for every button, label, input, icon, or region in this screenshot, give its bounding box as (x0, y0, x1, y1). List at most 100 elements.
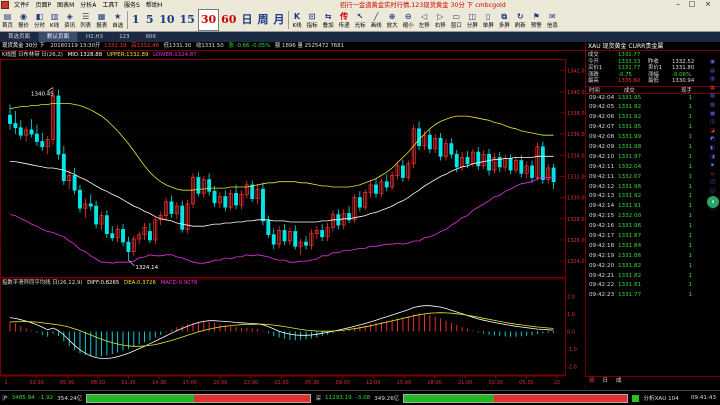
tick-row[interactable]: 09:42:07 1331.95 1 (586, 123, 720, 133)
filter-icon[interactable]: ◪ (710, 128, 715, 134)
tool-button-4[interactable]: ↖ 光标 (353, 9, 369, 31)
menu-help[interactable]: 帮助H (143, 0, 166, 9)
period-button-5[interactable]: 60 (219, 9, 239, 31)
toolbar-button-7[interactable]: ★ 自选 (110, 9, 126, 31)
star-icon[interactable]: ◨ (710, 154, 715, 160)
toolbar-button-6[interactable]: ▦ 报表 (94, 9, 110, 31)
period-button-0[interactable]: 1 (129, 9, 143, 31)
tick-row[interactable]: 09:42:05 1331.92 1 (586, 103, 720, 113)
tick-row[interactable]: 09:42:09 1331.98 1 (586, 143, 720, 153)
kline-chart[interactable]: 1342.00 1340.00 1338.00 1336.00 1334.00 1332.… (0, 51, 585, 390)
menu-analysis[interactable]: 分析A (77, 0, 99, 9)
tool-button-1[interactable]: ⊡ 指标 (305, 9, 321, 31)
tab-123[interactable]: 123 (111, 32, 138, 42)
tool-button-13[interactable]: ⧉ 多屏 (497, 9, 513, 31)
menu-tools[interactable]: 工具T (99, 0, 121, 9)
tool-button-3[interactable]: 传传递 (337, 9, 353, 31)
period-button-1[interactable]: 5 (143, 9, 157, 31)
tool-button-2[interactable]: ⇆ 叠加 (321, 9, 337, 31)
help-icon[interactable]: ◧ (710, 145, 715, 151)
tool-button-6[interactable]: ⊕ 放大 (385, 9, 401, 31)
tick-row[interactable]: 09:42:18 1331.84 1 (586, 242, 720, 252)
info-icon[interactable]: ▨ (710, 102, 715, 108)
tab-first-page[interactable]: 首选页面 (0, 32, 40, 42)
chart-icon[interactable]: ▣ (710, 60, 715, 65)
minimize-icon[interactable]: – (672, 0, 684, 9)
tool-button-15[interactable]: ⚑ 预警 (529, 9, 545, 31)
tab-daily[interactable]: 日 (599, 377, 613, 385)
close-icon[interactable]: × (702, 0, 714, 9)
tick-row[interactable]: 09:42:22 1331.81 1 (586, 281, 720, 291)
link-icon[interactable]: ◫ (710, 120, 715, 125)
tick-row[interactable]: 09:42:12 1331.96 1 (586, 183, 720, 193)
period-button-6[interactable]: 日 (239, 9, 255, 31)
tick-row[interactable]: 09:42:14 1331.91 1 (586, 202, 720, 212)
tick-row[interactable]: 09:42:10 1331.97 1 (586, 153, 720, 163)
tick-row[interactable]: 09:42:19 1331.86 1 (586, 252, 720, 262)
tool-button-7[interactable]: ⊖ 缩小 (401, 9, 417, 31)
toolbar-button-0[interactable]: ▤ 首页 (0, 9, 16, 31)
tick-row[interactable]: 09:42:16 1331.96 1 (586, 222, 720, 232)
tab-666[interactable]: 666 (138, 32, 165, 42)
tick-row[interactable]: 09:42:06 1331.92 1 (586, 113, 720, 123)
tick-row[interactable]: 09:42:21 1331.82 1 (586, 272, 720, 282)
tick-row[interactable]: 09:42:23 1331.77 1 (586, 291, 720, 301)
period-button-4[interactable]: 30 (197, 9, 220, 31)
period-button-7[interactable]: 周 (255, 9, 271, 31)
toolbar-button-1[interactable]: ◉ 报价 (16, 9, 32, 31)
alert-icon[interactable]: ▦ (710, 85, 715, 91)
menu-chart[interactable]: 图表M (54, 0, 77, 9)
tool-button-5[interactable]: ╱ 画线 (369, 9, 385, 31)
tick-row[interactable]: 09:42:15 1332.00 1 (586, 212, 720, 222)
tick-row[interactable]: 09:42:11 1332.07 1 (586, 173, 720, 183)
period-button-8[interactable]: 月 (271, 9, 287, 31)
tick-row[interactable]: 09:42:04 1331.95 1 (586, 94, 720, 104)
tool-button-9[interactable]: ▷ 右移 (433, 9, 449, 31)
tool-button-0[interactable]: K K线 (290, 9, 304, 31)
sh-breadth-fill (87, 394, 195, 402)
tool-button-8[interactable]: ◁ 左移 (417, 9, 433, 31)
collapse-panel-button[interactable]: ‹ (707, 196, 719, 208)
calendar-icon[interactable]: ▪ (711, 163, 714, 168)
tick-price: 1331.77 (618, 292, 642, 299)
toolbar-button-4[interactable]: ◈ 资讯 (62, 9, 78, 31)
tools-icon[interactable]: ▧ (710, 94, 715, 99)
share-icon[interactable]: ▩ (710, 111, 715, 117)
tool-button-11-label: 分屏 (466, 22, 478, 29)
menu-page[interactable]: 页面P (32, 0, 54, 9)
maximize-icon[interactable]: □ (686, 0, 698, 9)
tab-default-page[interactable]: 默认页面 (39, 32, 79, 42)
tool-button-16[interactable]: ✉ 信息 (545, 9, 561, 31)
toolbar-button-2[interactable]: ◧ 分时 (32, 9, 48, 31)
tick-row[interactable]: 09:42:08 1331.99 1 (586, 133, 720, 143)
toolbar-button-4-label: 资讯 (64, 22, 76, 29)
candle-body (126, 241, 131, 252)
toolbar-button-3[interactable]: ▥ K线 (48, 9, 62, 31)
period-button-3[interactable]: 15 (178, 9, 198, 31)
menu-file[interactable]: 文件F (11, 0, 32, 9)
tab-detail[interactable]: 细 (585, 377, 599, 385)
tick-time: 09:42:18 (589, 242, 615, 249)
tick-row[interactable]: 09:42:17 1331.87 1 (586, 232, 720, 242)
tab-h2h3[interactable]: H2,H3 (78, 32, 111, 42)
tick-row[interactable]: 09:42:13 1331.92 1 (586, 192, 720, 202)
period-button-2[interactable]: 10 (157, 9, 177, 31)
bell-icon[interactable]: ▫ (711, 171, 714, 177)
tick-price: 1331.92 (618, 104, 642, 111)
news-icon[interactable]: ▥ (710, 77, 715, 82)
settings-icon[interactable]: ◩ (710, 137, 715, 142)
tool-button-10[interactable]: ▭ 窗口 (449, 9, 465, 31)
tool-button-12[interactable]: ▯ 单屏 (481, 9, 497, 31)
tab-trades[interactable]: 成 (612, 377, 626, 385)
tool-button-14[interactable]: ↻ 刷新 (513, 9, 529, 31)
tick-row[interactable]: 09:42:11 1332.04 1 (586, 163, 720, 173)
candle-body (266, 220, 271, 236)
toolbar-button-5[interactable]: ☰ 列表 (78, 9, 94, 31)
lock-icon[interactable]: ◰ (710, 180, 715, 185)
menu-service[interactable]: 服务S (121, 0, 143, 9)
tick-list[interactable]: 09:42:04 1331.95 1 09:42:05 1331.92 1 09:42:06… (586, 94, 720, 302)
print-icon[interactable]: ◱ (710, 188, 715, 194)
tick-row[interactable]: 09:42:20 1331.82 1 (586, 262, 720, 272)
tool-button-11[interactable]: ◫ 分屏 (465, 9, 481, 31)
list-icon[interactable]: ▤ (710, 68, 715, 74)
